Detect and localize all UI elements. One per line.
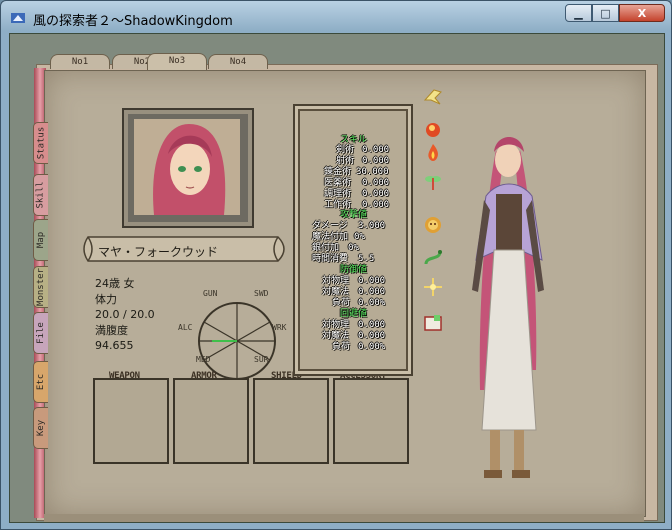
hp-value: 20.0 / 20.0 [95, 308, 155, 321]
armor-slot[interactable] [173, 378, 249, 464]
application-window: 風の探索者２〜ShadowKingdom ▁ □ X No1 No2 No3 N… [0, 0, 672, 530]
defense-label: 対魔法 [322, 287, 350, 297]
book-skill-icon[interactable] [422, 312, 444, 334]
defense-label: 負荷 [332, 298, 351, 308]
skill-value: 0.000 [362, 156, 390, 166]
side-tab-label: Skill [36, 181, 46, 209]
skill-value: 0.000 [362, 200, 390, 210]
window-title: 風の探索者２〜ShadowKingdom [33, 14, 233, 29]
side-tab-label: Etc [36, 373, 47, 391]
character-name: マヤ・フォークウッド [98, 245, 219, 259]
shield-slot[interactable] [253, 378, 329, 464]
side-tab-label: File [36, 322, 46, 344]
fire-orb-skill-icon[interactable] [422, 118, 444, 140]
defense-value: 0.000 [358, 287, 386, 297]
evasion-value: 0.000 [358, 320, 386, 330]
evasion-label: 対物理 [322, 320, 350, 330]
defense-value: 0.00% [358, 298, 386, 308]
skills-header: スキル [340, 135, 368, 145]
radar-label-med: MED [196, 355, 211, 364]
fullness-value: 94.655 [95, 339, 134, 352]
tab-no1[interactable]: No1 [50, 54, 110, 69]
tab-no3[interactable]: No3 [147, 53, 207, 70]
weapon-slot[interactable] [93, 378, 169, 464]
skill-label: 射術 [336, 156, 355, 166]
evasion-header: 回避値 [340, 309, 368, 319]
evasion-value: 0.000 [358, 331, 386, 341]
attack-header: 攻撃値 [340, 210, 368, 220]
side-tab-label: Monster [36, 268, 46, 306]
side-tab-file[interactable]: File [33, 312, 48, 354]
skill-label: 医薬術 [324, 178, 352, 188]
fairy-skill-icon[interactable] [422, 170, 444, 192]
radar-label-alc: ALC [178, 323, 193, 332]
game-client-area: No1 No2 No3 No4 Status Skill Map Monster… [9, 33, 665, 523]
status-stats: 24歳 女 体力 20.0 / 20.0 満腹度 94.655 [95, 276, 155, 354]
defense-value: 0.000 [358, 276, 386, 286]
hp-label: 体力 [95, 292, 117, 306]
flame-skill-icon[interactable] [422, 142, 444, 164]
skill-label: 剣術 [336, 145, 355, 155]
age-sex: 24歳 女 [95, 277, 135, 290]
minimize-button[interactable]: ▁ [565, 4, 592, 22]
attack-value: 3.000 [358, 221, 386, 231]
close-button[interactable]: X [619, 4, 665, 22]
star-skill-icon[interactable] [422, 276, 444, 298]
side-tab-map[interactable]: Map [33, 219, 48, 261]
book-bottom-edge [44, 514, 644, 522]
attack-value: 0% [354, 232, 365, 242]
bird-skill-icon[interactable] [422, 86, 444, 108]
defense-label: 対物理 [322, 276, 350, 286]
attack-label: 魔法付加 [312, 232, 349, 242]
skill-value: 0.000 [362, 189, 390, 199]
side-tab-monster[interactable]: Monster [33, 266, 48, 308]
skill-value: 0.000 [362, 145, 390, 155]
accessory-slot[interactable] [333, 378, 409, 464]
side-tab-label: Map [36, 231, 47, 249]
skill-label: 調理術 [324, 189, 352, 199]
app-icon [11, 13, 25, 23]
radar-label-gun: GUN [203, 289, 218, 298]
serpent-skill-icon[interactable] [422, 246, 444, 268]
window-controls: ▁ □ X [565, 4, 665, 23]
evasion-value: 0.00% [358, 342, 386, 352]
fullness-label: 満腹度 [95, 323, 128, 337]
skill-label: 錬金術 [324, 167, 352, 177]
side-tab-label: Status [36, 126, 47, 160]
radar-label-wrk: WRK [272, 323, 287, 332]
side-tab-key[interactable]: Key [33, 407, 48, 449]
side-tab-etc[interactable]: Etc [33, 361, 48, 403]
evasion-label: 負荷 [332, 342, 351, 352]
title-bar[interactable]: 風の探索者２〜ShadowKingdom ▁ □ X [1, 1, 671, 33]
skill-label: 工作術 [324, 200, 352, 210]
tab-no4[interactable]: No4 [208, 54, 268, 69]
radar-label-sur: SUR [254, 355, 269, 364]
radar-label-swd: SWD [254, 289, 269, 298]
character-portrait [134, 119, 240, 215]
skill-value: 30.000 [356, 167, 389, 177]
attack-value: 0% [348, 243, 359, 253]
attack-label: 銀付加 [312, 243, 340, 253]
defense-header: 防御値 [340, 265, 368, 275]
maximize-button[interactable]: □ [592, 4, 619, 22]
skill-value: 0.000 [362, 178, 390, 188]
side-tab-label: Key [36, 419, 47, 437]
side-tab-status[interactable]: Status [33, 122, 48, 164]
attack-value: 5.5 [358, 254, 375, 264]
evasion-label: 対魔法 [322, 331, 350, 341]
attack-label: ダメージ [312, 221, 348, 231]
attack-label: 時間消費 [312, 254, 349, 264]
side-tab-skill[interactable]: Skill [33, 174, 48, 216]
lion-skill-icon[interactable] [422, 214, 444, 236]
portrait-frame [122, 108, 254, 228]
character-full-body [472, 137, 544, 478]
